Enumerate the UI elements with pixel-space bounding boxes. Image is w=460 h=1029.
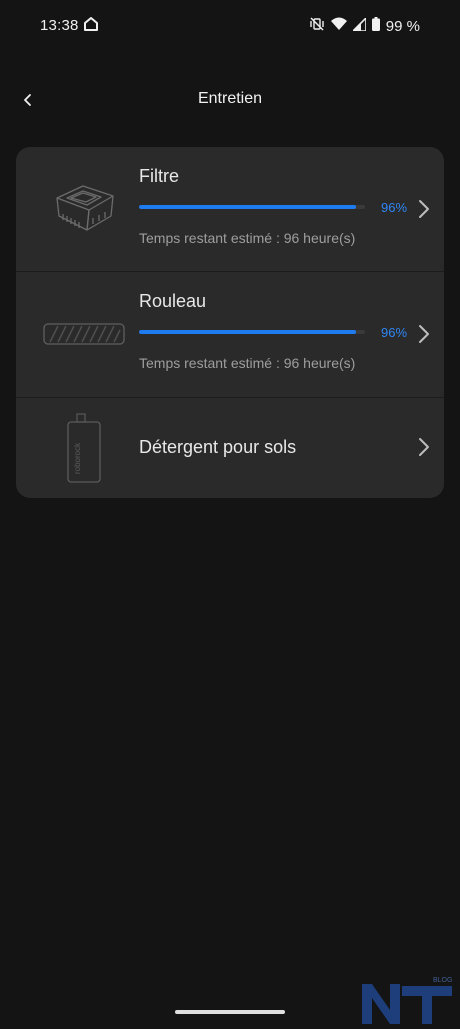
vibrate-off-icon: [309, 16, 325, 37]
filter-image: [34, 169, 134, 249]
signal-icon: [350, 15, 367, 36]
status-time: 13:38: [40, 17, 79, 34]
battery-percent: 99 %: [385, 18, 420, 35]
app-bar: Entretien: [0, 80, 460, 120]
chevron-right-icon: [419, 325, 429, 343]
status-icons: 99 %: [309, 15, 420, 37]
roller-image: [34, 294, 134, 374]
progress-fill: [139, 205, 356, 209]
home-notification-icon: [84, 17, 98, 36]
progress-bar: [139, 330, 365, 334]
battery-icon: [371, 17, 380, 36]
remaining-time: Temps restant estimé : 96 heure(s): [139, 355, 356, 371]
status-bar: 13:38 99 %: [0, 0, 460, 50]
watermark-tag: BLOG: [433, 977, 452, 984]
list-item-roller[interactable]: Rouleau 96% Temps restant estimé : 96 he…: [16, 272, 444, 397]
chevron-right-icon: [419, 200, 429, 218]
item-name: Détergent pour sols: [139, 437, 297, 457]
item-name: Filtre: [139, 166, 179, 186]
list-item-detergent[interactable]: roborock Détergent pour sols: [16, 398, 444, 498]
page-title: Entretien: [197, 90, 263, 107]
remaining-time: Temps restant estimé : 96 heure(s): [139, 230, 356, 246]
list-item-filter[interactable]: Filtre 96% Temps restant estimé : 96 heu…: [16, 147, 444, 271]
progress-percent: 96%: [381, 325, 408, 340]
detergent-bottle-image: roborock: [34, 412, 134, 486]
maintenance-list: Filtre 96% Temps restant estimé : 96 heu…: [16, 147, 444, 498]
gesture-handle[interactable]: [175, 1010, 285, 1014]
progress-bar: [139, 205, 365, 209]
progress-percent: 96%: [381, 200, 408, 215]
wifi-icon: [330, 17, 347, 36]
chevron-right-icon: [419, 438, 429, 456]
item-name: Rouleau: [139, 291, 207, 311]
watermark-logo: BLOG: [360, 974, 460, 1024]
progress-fill: [139, 330, 356, 334]
brand-label: roborock: [73, 442, 82, 474]
